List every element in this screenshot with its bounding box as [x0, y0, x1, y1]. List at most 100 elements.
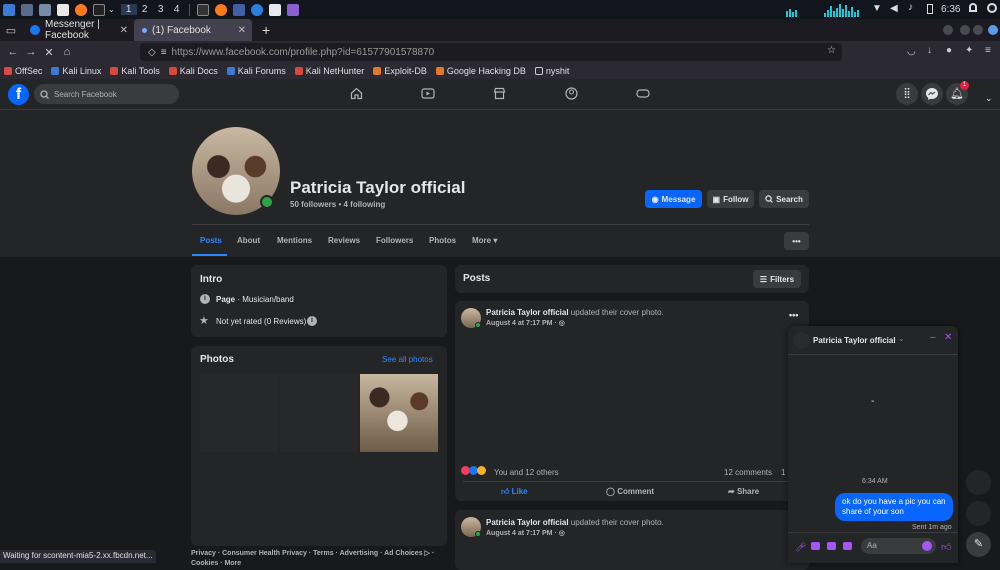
kali-menu-icon[interactable]: [3, 3, 15, 16]
tab-photos[interactable]: Photos: [429, 236, 456, 245]
tab-reviews[interactable]: Reviews: [328, 236, 360, 245]
chevron-down-icon[interactable]: ⌄: [108, 5, 115, 14]
terminal-window-icon[interactable]: [196, 3, 209, 16]
window-restore-icon[interactable]: [973, 25, 983, 35]
bell-icon[interactable]: ♪: [908, 2, 913, 13]
pocket-icon[interactable]: ◡: [907, 46, 916, 57]
minimize-chat-icon[interactable]: –: [930, 332, 936, 343]
shield-icon[interactable]: ◇: [148, 47, 156, 58]
window-maximize-icon[interactable]: [960, 25, 970, 35]
reaction-icons[interactable]: [461, 466, 486, 475]
chat-contact-name[interactable]: Patricia Taylor official: [813, 336, 896, 345]
chat-avatar[interactable]: [793, 332, 810, 349]
firefox-window-icon[interactable]: [214, 3, 227, 16]
bookmark-nyshit[interactable]: nyshit: [534, 66, 569, 76]
wifi-icon[interactable]: ▼: [872, 3, 882, 14]
profile-search-button[interactable]: Search: [759, 190, 809, 208]
rating-info-icon[interactable]: i: [307, 316, 317, 326]
share-button[interactable]: ➦ Share: [728, 487, 759, 496]
post-date[interactable]: August 4 at 7:17 PM: [486, 320, 553, 327]
chat-head-placeholder[interactable]: [966, 501, 991, 526]
tab-facebook[interactable]: (1) Facebook ✕: [134, 19, 252, 41]
search-input[interactable]: Search Facebook: [34, 84, 179, 104]
comments-count[interactable]: 12 comments: [724, 468, 772, 477]
url-text[interactable]: https://www.facebook.com/profile.php?id=…: [172, 47, 435, 58]
url-bar[interactable]: ◇ ≡ https://www.facebook.com/profile.php…: [140, 43, 842, 61]
tab-more[interactable]: More ▾: [472, 236, 497, 245]
back-arrow-icon[interactable]: ←: [4, 46, 22, 58]
like-button[interactable]: 👍︎ Like: [501, 487, 528, 497]
bookmark-kali-tools[interactable]: Kali Tools: [110, 66, 160, 76]
close-tab-icon[interactable]: ✕: [238, 25, 246, 36]
bookmark-kali-nethunter[interactable]: Kali NetHunter: [294, 66, 364, 76]
post-author[interactable]: Patricia Taylor official: [486, 518, 569, 527]
sticker-icon[interactable]: [827, 542, 836, 550]
message-button[interactable]: ◉ Message: [645, 190, 702, 208]
new-message-button[interactable]: ✎: [966, 532, 991, 557]
post-author[interactable]: Patricia Taylor official: [486, 308, 569, 317]
gaming-nav-icon[interactable]: [636, 88, 650, 99]
emoji-icon[interactable]: [922, 541, 932, 551]
image-icon[interactable]: [811, 542, 820, 550]
chat-message-bubble[interactable]: ok do you have a pic you can share of yo…: [835, 493, 953, 521]
battery-icon[interactable]: [927, 4, 933, 14]
post-options-button[interactable]: •••: [789, 310, 798, 320]
workspace-4[interactable]: 4: [169, 4, 185, 15]
microphone-icon[interactable]: 🎤︎: [795, 542, 806, 553]
window-minimize-icon[interactable]: [943, 25, 953, 35]
new-tab-button[interactable]: +: [262, 22, 270, 38]
profile-stats[interactable]: 50 followers • 4 following: [290, 200, 385, 209]
photo-thumbnail[interactable]: [360, 374, 438, 452]
lock-icon[interactable]: [969, 3, 977, 12]
forward-arrow-icon[interactable]: →: [22, 46, 40, 58]
marketplace-nav-icon[interactable]: [493, 87, 506, 100]
power-icon[interactable]: [987, 3, 997, 13]
tab-posts[interactable]: Posts: [200, 236, 222, 245]
workspace-2[interactable]: 2: [137, 4, 153, 15]
page-info-icon[interactable]: ≡: [161, 47, 167, 58]
home-icon[interactable]: ⌂: [58, 46, 76, 58]
see-all-photos-link[interactable]: See all photos: [382, 355, 433, 364]
close-tab-icon[interactable]: ✕: [120, 25, 128, 36]
workspace-1[interactable]: 1: [120, 4, 137, 15]
stop-loading-icon[interactable]: ✕: [40, 46, 58, 59]
app-window-icon[interactable]: [250, 3, 263, 16]
download-icon[interactable]: ↓: [927, 45, 932, 56]
messenger-icon[interactable]: [921, 83, 943, 105]
files-icon[interactable]: [39, 3, 51, 16]
photo-placeholder[interactable]: [200, 374, 278, 452]
account-icon[interactable]: ●: [946, 45, 952, 56]
terminal-icon[interactable]: [93, 3, 105, 16]
volume-icon[interactable]: ◀: [890, 3, 898, 14]
workspace-3[interactable]: 3: [153, 4, 169, 15]
groups-nav-icon[interactable]: [565, 87, 578, 100]
chat-head-placeholder[interactable]: [966, 470, 991, 495]
home-nav-icon[interactable]: [350, 87, 363, 100]
menu-grid-icon[interactable]: ⣿: [896, 83, 918, 105]
reactions-text[interactable]: You and 12 others: [494, 468, 559, 477]
comment-button[interactable]: ◯ Comment: [606, 487, 654, 496]
account-chevron-icon[interactable]: ⌄: [985, 93, 993, 104]
gif-icon[interactable]: [843, 542, 852, 550]
tab-about[interactable]: About: [237, 236, 260, 245]
system-clock[interactable]: 6:36: [941, 4, 960, 15]
bookmark-offsec[interactable]: OffSec: [4, 66, 42, 76]
footer-links-text[interactable]: Privacy · Consumer Health Privacy · Term…: [191, 549, 447, 569]
profile-options-button[interactable]: •••: [784, 232, 809, 250]
bookmark-kali-docs[interactable]: Kali Docs: [168, 66, 218, 76]
bookmark-star-icon[interactable]: ☆: [827, 45, 836, 56]
facebook-logo-icon[interactable]: f: [8, 84, 29, 105]
flag-window-icon[interactable]: [286, 3, 299, 16]
filters-button[interactable]: ☰ Filters: [753, 270, 801, 288]
tab-messenger[interactable]: Messenger | Facebook ✕: [22, 19, 134, 41]
tab-followers[interactable]: Followers: [376, 236, 413, 245]
window-icon[interactable]: [232, 3, 245, 16]
bookmark-exploit-db[interactable]: Exploit-DB: [373, 66, 427, 76]
chevron-down-icon[interactable]: ⌄: [898, 334, 905, 343]
photo-placeholder[interactable]: [280, 374, 358, 452]
post-image-area[interactable]: [455, 333, 809, 461]
bookmark-kali-linux[interactable]: Kali Linux: [51, 66, 101, 76]
text-editor-icon[interactable]: [57, 3, 69, 16]
follow-button[interactable]: ▣ Follow: [707, 190, 754, 208]
close-chat-icon[interactable]: ✕: [944, 332, 952, 343]
